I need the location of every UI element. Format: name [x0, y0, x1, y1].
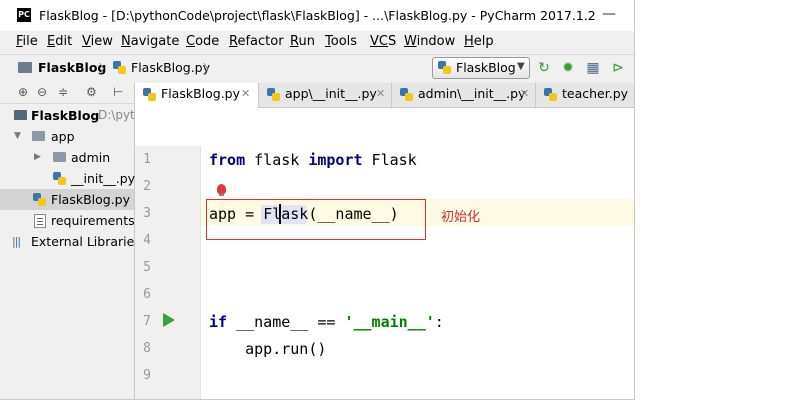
tab-label: teacher.py	[562, 86, 629, 101]
tab-admin-init[interactable]: admin\__init__.py ✕	[392, 83, 536, 107]
line-number: 3	[143, 206, 151, 221]
breadcrumb-project[interactable]: FlaskBlog	[38, 60, 106, 75]
line-number: 2	[143, 179, 151, 194]
expanded-arrow-icon[interactable]: ▼	[14, 131, 21, 141]
line-number: 6	[143, 287, 151, 302]
pycharm-window: PC FlaskBlog - [D:\pythonCode\project\fl…	[0, 0, 635, 400]
menu-tools[interactable]: Tools	[325, 34, 357, 49]
collapse-all-icon[interactable]: ⊕	[18, 85, 28, 99]
tree-label: admin	[71, 150, 111, 165]
python-file-icon	[400, 88, 413, 101]
python-file-icon	[143, 88, 156, 101]
folder-icon	[53, 152, 66, 162]
scroll-from-source-icon[interactable]: ≑	[58, 85, 68, 99]
tree-item-admin[interactable]: ▶ admin	[0, 147, 134, 168]
tab-app-init[interactable]: app\__init__.py ✕	[259, 83, 392, 107]
run-configuration-label: FlaskBlog	[456, 60, 516, 75]
python-icon	[438, 61, 451, 74]
tree-item-external-libraries[interactable]: ||| External Libraries	[0, 231, 141, 252]
close-icon[interactable]: ✕	[376, 87, 385, 100]
annotation-box	[206, 199, 426, 240]
debug-bug-icon[interactable]: ✹	[560, 60, 576, 76]
menu-navigate[interactable]: Navigate	[121, 34, 179, 49]
close-icon[interactable]: ✕	[520, 87, 529, 100]
menu-file[interactable]: File	[16, 34, 38, 49]
text-file-icon	[34, 214, 46, 228]
tree-label: FlaskBlog.py	[51, 192, 131, 207]
run-gutter-icon[interactable]	[163, 313, 175, 327]
line-number: 1	[143, 152, 151, 167]
menu-view[interactable]: View	[82, 34, 113, 49]
menu-help[interactable]: Help	[464, 34, 494, 49]
tree-item-flaskblog-py[interactable]: FlaskBlog.py	[0, 189, 134, 210]
python-file-icon	[33, 193, 46, 206]
line-number: 8	[143, 341, 151, 356]
tab-teacher-py[interactable]: teacher.py	[536, 83, 634, 107]
project-folder-icon	[14, 110, 27, 120]
settings-gear-icon[interactable]: ⚙	[86, 85, 97, 99]
dropdown-arrow-icon: ▼	[517, 61, 525, 72]
editor-tabs: FlaskBlog.py ✕ app\__init__.py ✕ admin\_…	[135, 83, 634, 108]
annotation-text: 初始化	[441, 210, 481, 225]
menu-code[interactable]: Code	[186, 34, 219, 49]
python-file-icon	[53, 172, 66, 185]
pycharm-logo-icon: PC	[17, 8, 31, 22]
project-tool-window: ⊕ ⊖ ≑ ⚙ ⊢ FlaskBlog D:\pyt ▼ app ▶ admin…	[0, 83, 144, 399]
project-toolbar: ⊕ ⊖ ≑ ⚙ ⊢	[0, 83, 134, 104]
profile-icon[interactable]: ⊳	[610, 60, 626, 76]
tree-label: FlaskBlog	[31, 108, 100, 123]
breadcrumb-file[interactable]: FlaskBlog.py	[131, 60, 210, 75]
tab-flaskblog-py[interactable]: FlaskBlog.py ✕	[135, 83, 259, 108]
tree-item-project[interactable]: FlaskBlog D:\pyt	[0, 105, 135, 126]
tab-label: app\__init__.py	[285, 86, 377, 101]
python-file-icon	[267, 88, 280, 101]
tree-item-requirements[interactable]: requirements.t	[0, 210, 144, 231]
intention-bulb-icon[interactable]	[217, 184, 226, 196]
project-folder-icon	[18, 62, 32, 73]
run-configuration-select[interactable]: FlaskBlog ▼	[432, 57, 530, 79]
folder-icon	[32, 131, 45, 141]
tree-label: External Libraries	[31, 234, 141, 249]
tree-path: D:\pyt	[98, 108, 135, 122]
minimize-button[interactable]: —	[598, 6, 620, 24]
rerun-icon[interactable]: ↻	[536, 60, 552, 76]
menu-bar: File Edit View Navigate Code Refactor Ru…	[0, 31, 634, 53]
python-file-icon	[544, 88, 557, 101]
coverage-icon[interactable]: ▦	[585, 60, 601, 76]
hide-panel-icon[interactable]: ⊢	[113, 85, 123, 99]
breadcrumb-separator: 〉	[203, 62, 216, 76]
code-line-7: if __name__ == '__main__':	[209, 313, 444, 331]
menu-edit[interactable]: Edit	[47, 34, 72, 49]
tab-label: FlaskBlog.py	[161, 86, 241, 101]
menu-run[interactable]: Run	[290, 34, 315, 49]
line-number: 4	[143, 233, 151, 248]
tree-label: requirements.t	[51, 213, 144, 228]
tree-item-init[interactable]: __init__.py	[0, 168, 136, 189]
line-number: 5	[143, 260, 151, 275]
tab-label: admin\__init__.py	[418, 86, 526, 101]
python-file-icon	[113, 61, 126, 74]
navigation-bar: FlaskBlog 〉 FlaskBlog.py 〉 FlaskBlog ▼ ↻…	[0, 54, 634, 84]
menu-window[interactable]: Window	[404, 34, 455, 49]
line-number: 9	[143, 368, 151, 383]
breadcrumb-separator: 〉	[99, 62, 112, 76]
close-icon[interactable]: ✕	[241, 87, 250, 100]
menu-refactor[interactable]: Refactor	[229, 34, 284, 49]
editor-header-area	[135, 108, 634, 146]
tree-label: app	[51, 129, 75, 144]
window-title: FlaskBlog - [D:\pythonCode\project\flask…	[39, 8, 596, 23]
tree-label: __init__.py	[71, 171, 136, 186]
line-number: 7	[143, 314, 151, 329]
line-number-gutter: 1 2 3 4 5 6 7 8 9	[135, 146, 201, 399]
title-bar: PC FlaskBlog - [D:\pythonCode\project\fl…	[0, 0, 634, 31]
code-line-8: app.run()	[209, 340, 327, 358]
menu-vcs[interactable]: VCS	[370, 34, 396, 49]
library-icon: |||	[12, 235, 21, 248]
locate-icon[interactable]: ⊖	[37, 85, 47, 99]
collapsed-arrow-icon[interactable]: ▶	[34, 152, 41, 162]
code-line-1: from flask import Flask	[209, 151, 417, 169]
tree-item-app[interactable]: ▼ app	[0, 126, 134, 147]
code-editor[interactable]: from flask import Flask if __name__ == '…	[201, 146, 634, 399]
